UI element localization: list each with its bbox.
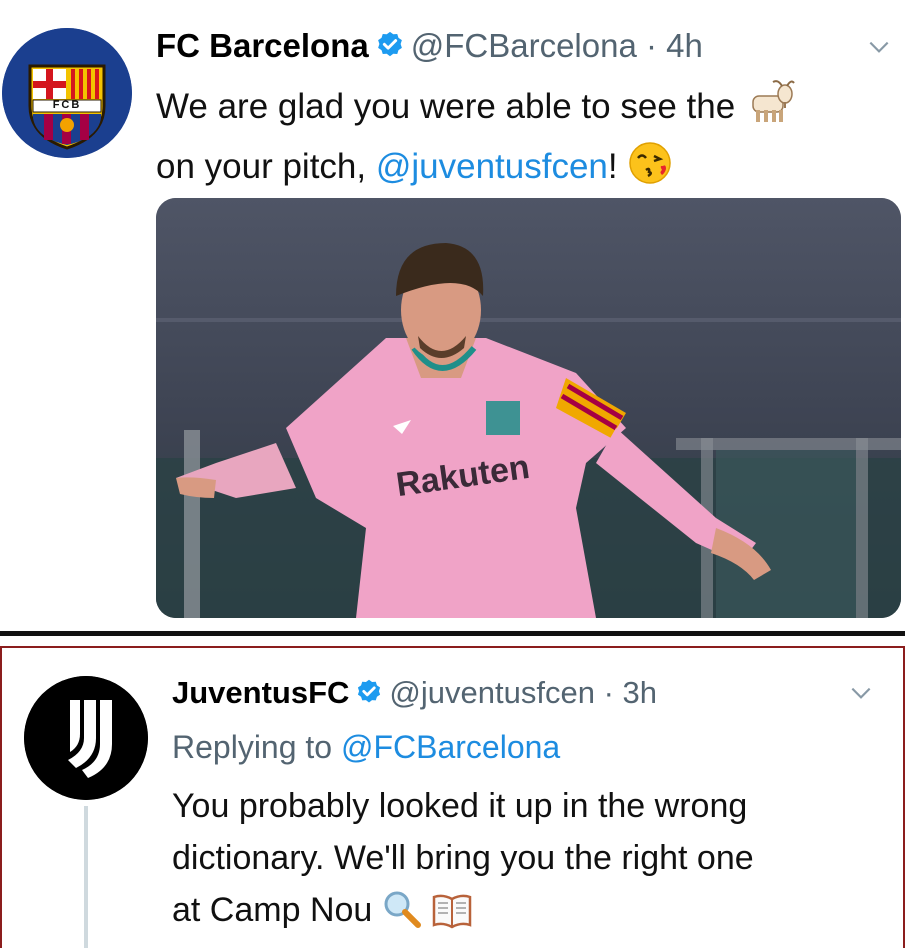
reply-tweet-text: You probably looked it up in the wrong d…	[172, 780, 754, 944]
reply-author-name[interactable]: JuventusFC	[172, 675, 349, 710]
reply-tweet-header: JuventusFC @juventusfcen · 3h	[172, 673, 657, 716]
reply-header-separator: ·	[603, 675, 614, 710]
tweet-text-line1: We are glad you were able to see the	[156, 87, 736, 126]
fcb-crest-text: FCB	[52, 99, 82, 111]
juventus-logo-icon	[24, 676, 148, 800]
fcb-crest-icon	[2, 28, 132, 158]
tweet-header: FC Barcelona @FCBarcelona · 4h	[156, 26, 703, 69]
tweet-time[interactable]: 4h	[666, 27, 703, 64]
reply-tweet-time[interactable]: 3h	[623, 675, 657, 710]
tweet-text-exclaim: !	[607, 147, 618, 186]
tweet-media-image[interactable]: Rakuten	[156, 198, 901, 618]
tweet-divider	[0, 631, 905, 636]
chevron-down-icon[interactable]	[866, 34, 892, 60]
author-handle[interactable]: @FCBarcelona	[411, 27, 637, 64]
kissing-face-emoji-icon	[627, 140, 673, 200]
juventusfc-avatar[interactable]	[24, 676, 148, 800]
book-emoji-icon	[431, 892, 473, 944]
reply-text-line2: dictionary. We'll bring you the right on…	[172, 839, 754, 877]
replying-to-label: Replying to	[172, 729, 341, 765]
mention-fcbarcelona[interactable]: @FCBarcelona	[341, 729, 560, 765]
tweet-fcbarcelona[interactable]: FCB FC Barcelona @FCBarcelona · 4h We are…	[0, 0, 905, 634]
tweet-text-line2: on your pitch,	[156, 147, 376, 186]
reply-text-line1: You probably looked it up in the wrong	[172, 787, 748, 825]
verified-badge-icon	[355, 676, 383, 716]
magnifying-glass-emoji-icon	[382, 889, 422, 944]
fcbarcelona-avatar[interactable]: FCB	[2, 28, 132, 158]
reply-author-handle[interactable]: @juventusfcen	[389, 675, 595, 710]
player-photo: Rakuten	[156, 198, 901, 618]
replying-to-line: Replying to @FCBarcelona	[172, 727, 560, 767]
chevron-down-icon[interactable]	[848, 680, 874, 706]
author-name[interactable]: FC Barcelona	[156, 27, 369, 64]
reply-text-line3: at Camp Nou	[172, 891, 373, 929]
header-separator: ·	[646, 27, 657, 64]
goat-emoji-icon	[745, 78, 795, 140]
verified-badge-icon	[375, 29, 405, 69]
mention-juventusfcen[interactable]: @juventusfcen	[376, 147, 608, 186]
tweet-text: We are glad you were able to see the on …	[156, 78, 795, 200]
reply-thread-line	[84, 806, 88, 948]
